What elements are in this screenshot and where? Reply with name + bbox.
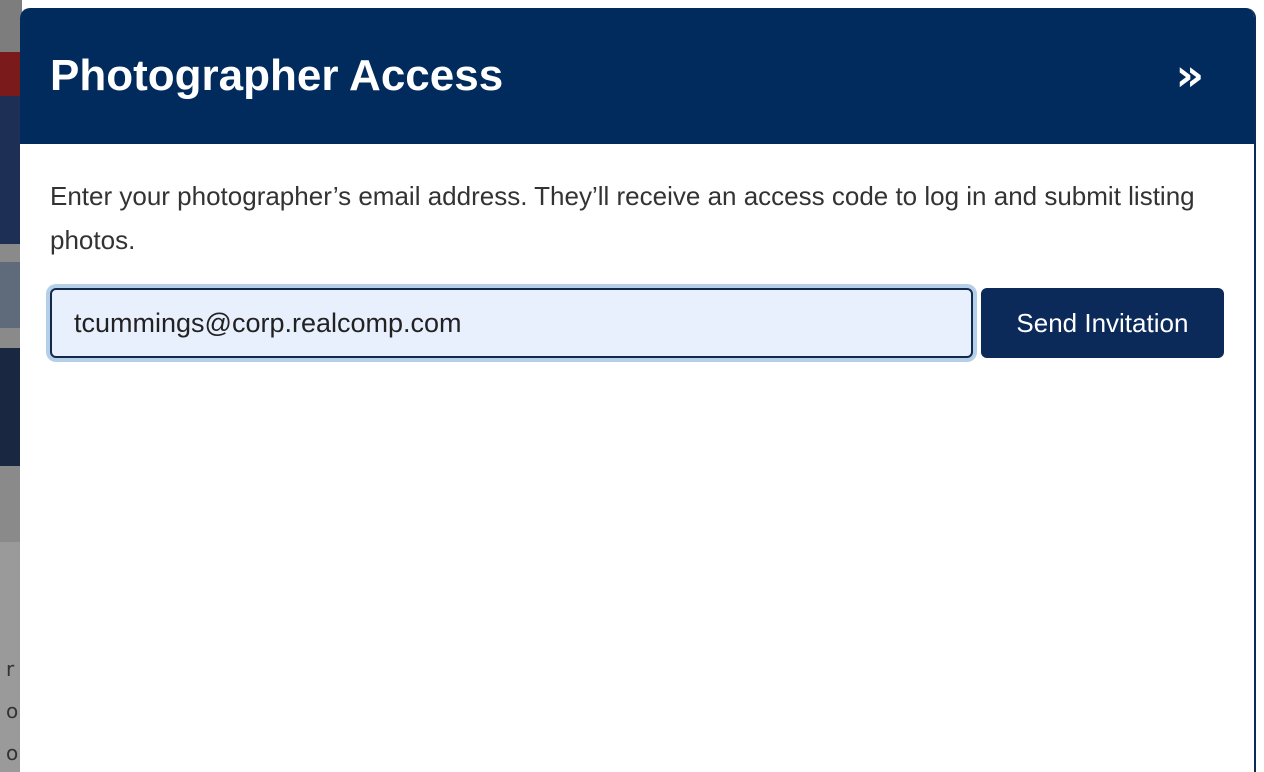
invite-form: Send Invitation: [50, 288, 1224, 358]
panel-title: Photographer Access: [50, 51, 504, 100]
background-strip: [0, 52, 22, 96]
background-letter: r: [6, 657, 15, 681]
photographer-email-input[interactable]: [50, 288, 973, 358]
panel-body: Enter your photographer’s email address.…: [20, 144, 1254, 358]
background-strip: [0, 348, 22, 466]
background-strip: [0, 244, 22, 262]
background-letter: o: [6, 699, 19, 723]
photographer-access-panel: Photographer Access » Enter your photogr…: [20, 8, 1256, 772]
background-text: r o o: [6, 648, 18, 772]
background-strip: [0, 328, 22, 348]
background-strip: [0, 262, 22, 328]
send-invitation-button[interactable]: Send Invitation: [980, 288, 1224, 358]
background-strip: [0, 96, 22, 244]
background-strip: [0, 466, 22, 542]
background-page: r o o: [0, 0, 22, 772]
collapse-panel-icon[interactable]: »: [1176, 54, 1204, 98]
background-strip: [0, 0, 22, 52]
panel-header: Photographer Access »: [20, 8, 1254, 144]
background-letter: o: [6, 741, 19, 765]
instructions-text: Enter your photographer’s email address.…: [50, 181, 1195, 255]
